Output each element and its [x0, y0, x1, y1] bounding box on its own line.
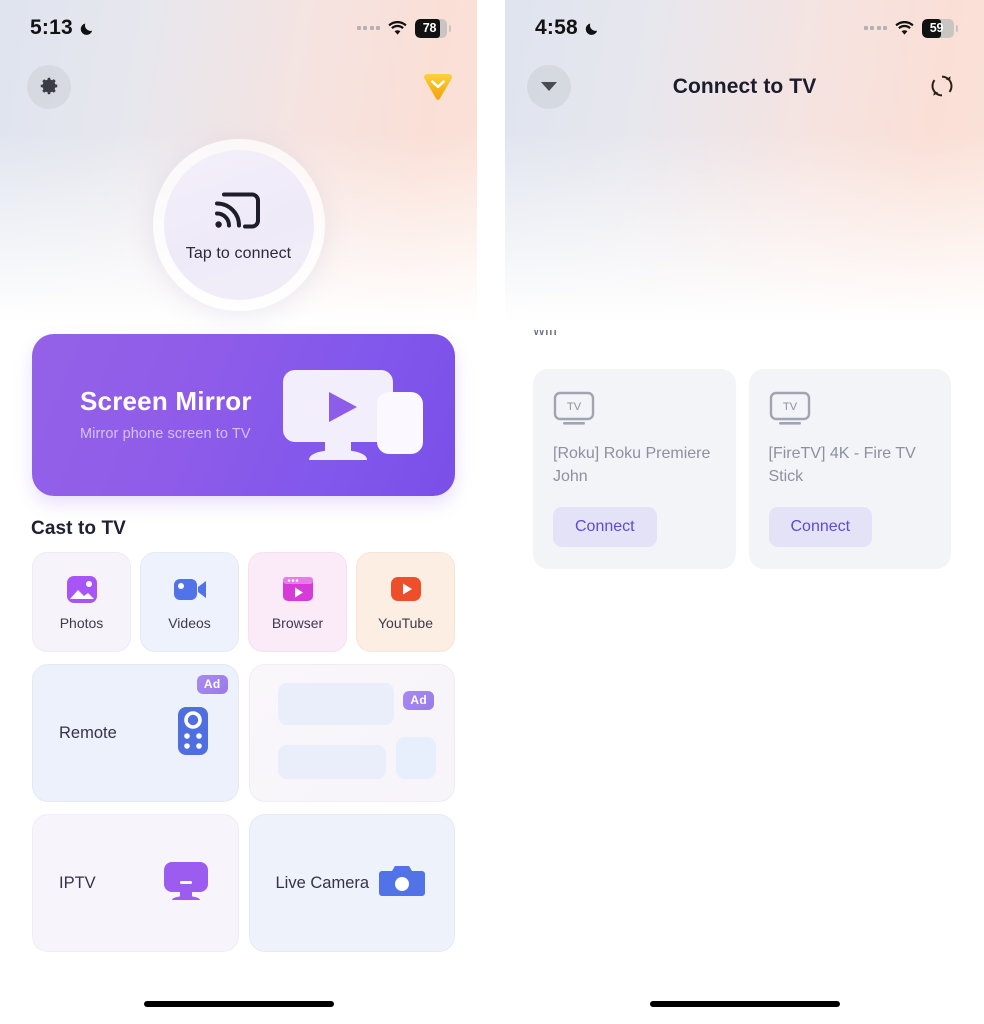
phone-screen-connect: 4:58 59 Connect to TV Please confirm the… — [505, 0, 984, 1024]
confirm-wifi-text: Please confirm the device is connected t… — [533, 298, 913, 340]
tv-and-phone-play-icon — [273, 362, 433, 472]
card-label: Remote — [59, 723, 117, 742]
screen-mirror-subtitle: Mirror phone screen to TV — [80, 426, 251, 442]
browser-play-icon — [280, 573, 316, 605]
tile-videos[interactable]: Videos — [140, 552, 239, 652]
tv-phone-wifi-icon — [505, 142, 984, 272]
tap-to-connect-disc: Tap to connect — [163, 150, 314, 300]
status-bar-right: 4:58 59 — [505, 0, 984, 56]
wifi-icon — [388, 21, 407, 35]
chevron-down-icon — [539, 79, 559, 96]
photo-icon — [64, 573, 100, 605]
device-list: TV [Roku] Roku Premiere John Connect TV … — [533, 368, 951, 569]
iptv-and-camera-row: IPTV Live Camera — [32, 814, 455, 952]
status-clock: 5:13 — [30, 16, 73, 39]
tap-to-connect-label: Tap to connect — [185, 245, 292, 262]
card-label: IPTV — [59, 873, 96, 892]
page-title: Connect to TV — [672, 75, 817, 98]
camera-icon — [378, 861, 426, 906]
signal-dots-icon — [863, 26, 887, 30]
cast-icon — [210, 187, 268, 237]
tile-photos[interactable]: Photos — [32, 552, 131, 652]
card-live-camera[interactable]: Live Camera — [248, 814, 455, 952]
status-clock: 4:58 — [535, 16, 578, 39]
tap-to-connect-area: Tap to connect — [0, 130, 477, 320]
status-left: 4:58 — [535, 16, 600, 40]
device-card[interactable]: TV [Roku] Roku Premiere John Connect — [533, 368, 736, 569]
screen-mirror-banner[interactable]: Screen Mirror Mirror phone screen to TV — [32, 334, 455, 496]
signal-dots-icon — [356, 26, 380, 30]
tile-youtube[interactable]: YouTube — [356, 552, 455, 652]
cast-tiles-grid: Photos Videos Browser YouTube — [32, 552, 455, 652]
dual-phone-screenshot: 5:13 78 Tap to connect Screen Mirror Mir… — [0, 0, 984, 1024]
app-top-bar-left — [0, 56, 477, 118]
card-label: Live Camera — [275, 873, 370, 892]
screen-mirror-title: Screen Mirror — [80, 386, 252, 416]
iptv-monitor-icon — [162, 860, 210, 907]
device-name: [Roku] Roku Premiere John — [553, 444, 711, 485]
refresh-button[interactable] — [922, 67, 962, 107]
ad-badge: Ad — [403, 691, 434, 710]
youtube-icon — [388, 573, 424, 605]
svg-text:TV: TV — [567, 401, 582, 413]
ad-badge: Ad — [196, 675, 228, 694]
card-remote[interactable]: Ad Remote — [32, 664, 239, 802]
battery-indicator: 59 — [922, 18, 958, 38]
battery-body: 59 — [922, 18, 954, 38]
card-iptv[interactable]: IPTV — [32, 814, 239, 952]
phone-screen-home: 5:13 78 Tap to connect Screen Mirror Mir… — [0, 0, 477, 1024]
tap-to-connect-button[interactable]: Tap to connect — [152, 139, 325, 311]
camcorder-icon — [172, 573, 208, 605]
ad-placeholder-card[interactable]: Ad — [248, 664, 455, 802]
device-name: [FireTV] 4K - Fire TV Stick — [768, 444, 916, 485]
gear-icon — [38, 75, 60, 100]
collapse-button[interactable] — [527, 65, 571, 109]
moon-icon — [585, 21, 600, 36]
app-top-bar-right: Connect to TV — [505, 56, 984, 118]
ad-skeleton-block — [395, 737, 436, 779]
ad-skeleton-block — [277, 745, 386, 779]
premium-diamond-icon[interactable] — [419, 68, 457, 106]
battery-body: 78 — [415, 18, 447, 38]
tv-icon: TV — [769, 391, 811, 427]
svg-text:TV: TV — [782, 401, 797, 413]
battery-tip — [955, 24, 958, 32]
ad-skeleton-block — [277, 683, 394, 725]
screen-mirror-text: Screen Mirror Mirror phone screen to TV — [80, 386, 252, 442]
connect-button[interactable]: Connect — [768, 506, 873, 547]
remote-control-icon — [176, 705, 210, 762]
tv-icon: TV — [553, 391, 595, 427]
status-left: 5:13 — [30, 16, 95, 40]
home-indicator — [143, 1001, 334, 1007]
tile-label: Videos — [168, 615, 211, 631]
tile-label: Browser — [271, 615, 324, 631]
section-title-cast-to-tv: Cast to TV — [31, 518, 126, 539]
wifi-icon — [895, 21, 914, 35]
battery-indicator: 78 — [415, 18, 451, 38]
battery-percent: 59 — [929, 21, 944, 35]
moon-icon — [80, 21, 95, 36]
device-card[interactable]: TV [FireTV] 4K - Fire TV Stick Connect — [748, 368, 951, 569]
remote-and-ad-row: Ad Remote Ad — [32, 664, 455, 802]
status-right: 78 — [356, 18, 451, 38]
panel-gap — [477, 0, 505, 1024]
home-indicator — [649, 1001, 840, 1007]
tile-label: YouTube — [377, 615, 433, 631]
tile-label: Photos — [59, 615, 104, 631]
connect-button[interactable]: Connect — [553, 506, 657, 547]
settings-button[interactable] — [27, 65, 71, 109]
status-bar-left: 5:13 78 — [0, 0, 477, 56]
battery-tip — [448, 24, 451, 32]
refresh-icon — [929, 73, 955, 102]
tile-browser[interactable]: Browser — [248, 552, 347, 652]
battery-percent: 78 — [422, 21, 437, 35]
status-right: 59 — [863, 18, 958, 38]
